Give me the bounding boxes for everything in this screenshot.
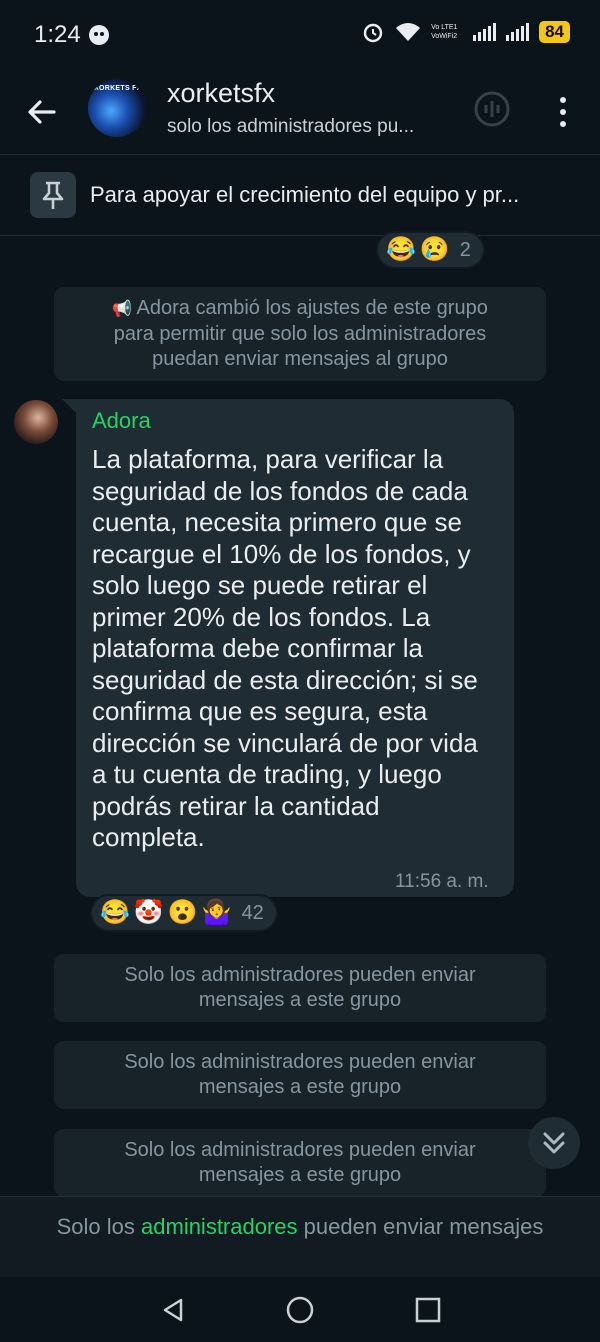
footer-admins-link[interactable]: administradores <box>141 1214 298 1239</box>
megaphone-icon: 📢 <box>112 301 133 318</box>
nav-recents-icon[interactable] <box>415 1297 441 1323</box>
message-text: La plataforma, para verificar la segurid… <box>92 444 478 852</box>
status-icons: Vo LTE1 VoWiFi2 84 <box>361 20 570 44</box>
battery-indicator: 84 <box>539 21 570 43</box>
pinned-message-bar[interactable]: Para apoyar el crecimiento del equipo y … <box>0 155 600 236</box>
system-nav-bar <box>0 1277 600 1342</box>
reaction-emoji: 🤡 <box>133 899 164 926</box>
reaction-count: 2 <box>459 238 471 261</box>
nav-home-icon[interactable] <box>286 1296 314 1324</box>
reaction-emoji: 🤷‍♀️ <box>201 899 232 926</box>
reactions-badge-top[interactable]: 😂 😢 2 <box>376 231 485 269</box>
group-subtitle[interactable]: solo los administradores pu... <box>167 116 457 138</box>
notice-line: Solo los administradores pueden enviar <box>124 1139 476 1161</box>
notice-line: Solo los administradores pueden enviar <box>124 964 476 986</box>
signal-icon-1 <box>473 23 497 41</box>
notice-line: mensajes a este grupo <box>198 989 402 1011</box>
wifi-icon <box>396 23 421 41</box>
reaction-emoji: 😮 <box>167 899 198 926</box>
more-options-icon[interactable] <box>553 92 573 132</box>
admin-only-notice: Solo los administradores pueden enviar m… <box>54 954 546 1022</box>
chat-header: XORKETS FX xorketsfx solo los administra… <box>0 70 600 155</box>
message-sender[interactable]: Adora <box>92 408 151 434</box>
message-time: 11:56 a. m. <box>395 871 489 892</box>
system-message: 📢 Adora cambió los ajustes de este grupo… <box>54 287 546 381</box>
footer-prefix: Solo los <box>56 1214 142 1239</box>
notification-icon <box>89 25 109 45</box>
reaction-emoji: 😢 <box>419 236 450 263</box>
avatar-logo-text: XORKETS FX <box>94 85 142 92</box>
status-bar: 1:24 Vo LTE1 VoWiFi2 84 <box>0 0 600 70</box>
double-chevron-down-icon <box>543 1132 565 1154</box>
bubble-tail <box>62 399 76 413</box>
system-message-line: puedan enviar mensajes al grupo <box>152 348 448 370</box>
group-name[interactable]: xorketsfx <box>167 78 275 109</box>
pinned-text: Para apoyar el crecimiento del equipo y … <box>90 182 520 207</box>
notice-line: mensajes a este grupo <box>198 1076 402 1098</box>
admin-only-notice: Solo los administradores pueden enviar m… <box>54 1041 546 1109</box>
footer-suffix: pueden enviar mensajes <box>297 1214 544 1239</box>
notice-line: Solo los administradores pueden enviar <box>124 1051 476 1073</box>
network-label: Vo LTE1 VoWiFi2 <box>431 24 458 40</box>
system-message-line: Adora cambió los ajustes de este grupo <box>136 297 488 319</box>
back-arrow-icon[interactable] <box>22 92 62 132</box>
scroll-to-bottom-button[interactable] <box>528 1117 580 1169</box>
reaction-count: 42 <box>241 901 264 924</box>
group-avatar[interactable]: XORKETS FX <box>88 79 146 137</box>
status-time: 1:24 <box>34 21 81 48</box>
reaction-emoji: 😂 <box>100 899 130 926</box>
sender-avatar[interactable] <box>14 400 58 444</box>
admin-only-notice: Solo los administradores pueden enviar m… <box>54 1129 546 1197</box>
admin-only-footer: Solo los administradores pueden enviar m… <box>0 1214 600 1240</box>
nav-back-icon[interactable] <box>160 1297 186 1323</box>
alarm-icon <box>363 23 383 43</box>
reaction-emoji: 😂 <box>386 236 416 263</box>
system-message-line: para permitir que solo los administrador… <box>113 323 487 345</box>
pin-icon <box>30 172 76 218</box>
message-reactions[interactable]: 😂 🤡 😮 🤷‍♀️ 42 <box>90 894 278 932</box>
voice-chat-icon <box>474 91 510 127</box>
signal-icon-2 <box>506 23 530 41</box>
notice-line: mensajes a este grupo <box>198 1164 402 1186</box>
